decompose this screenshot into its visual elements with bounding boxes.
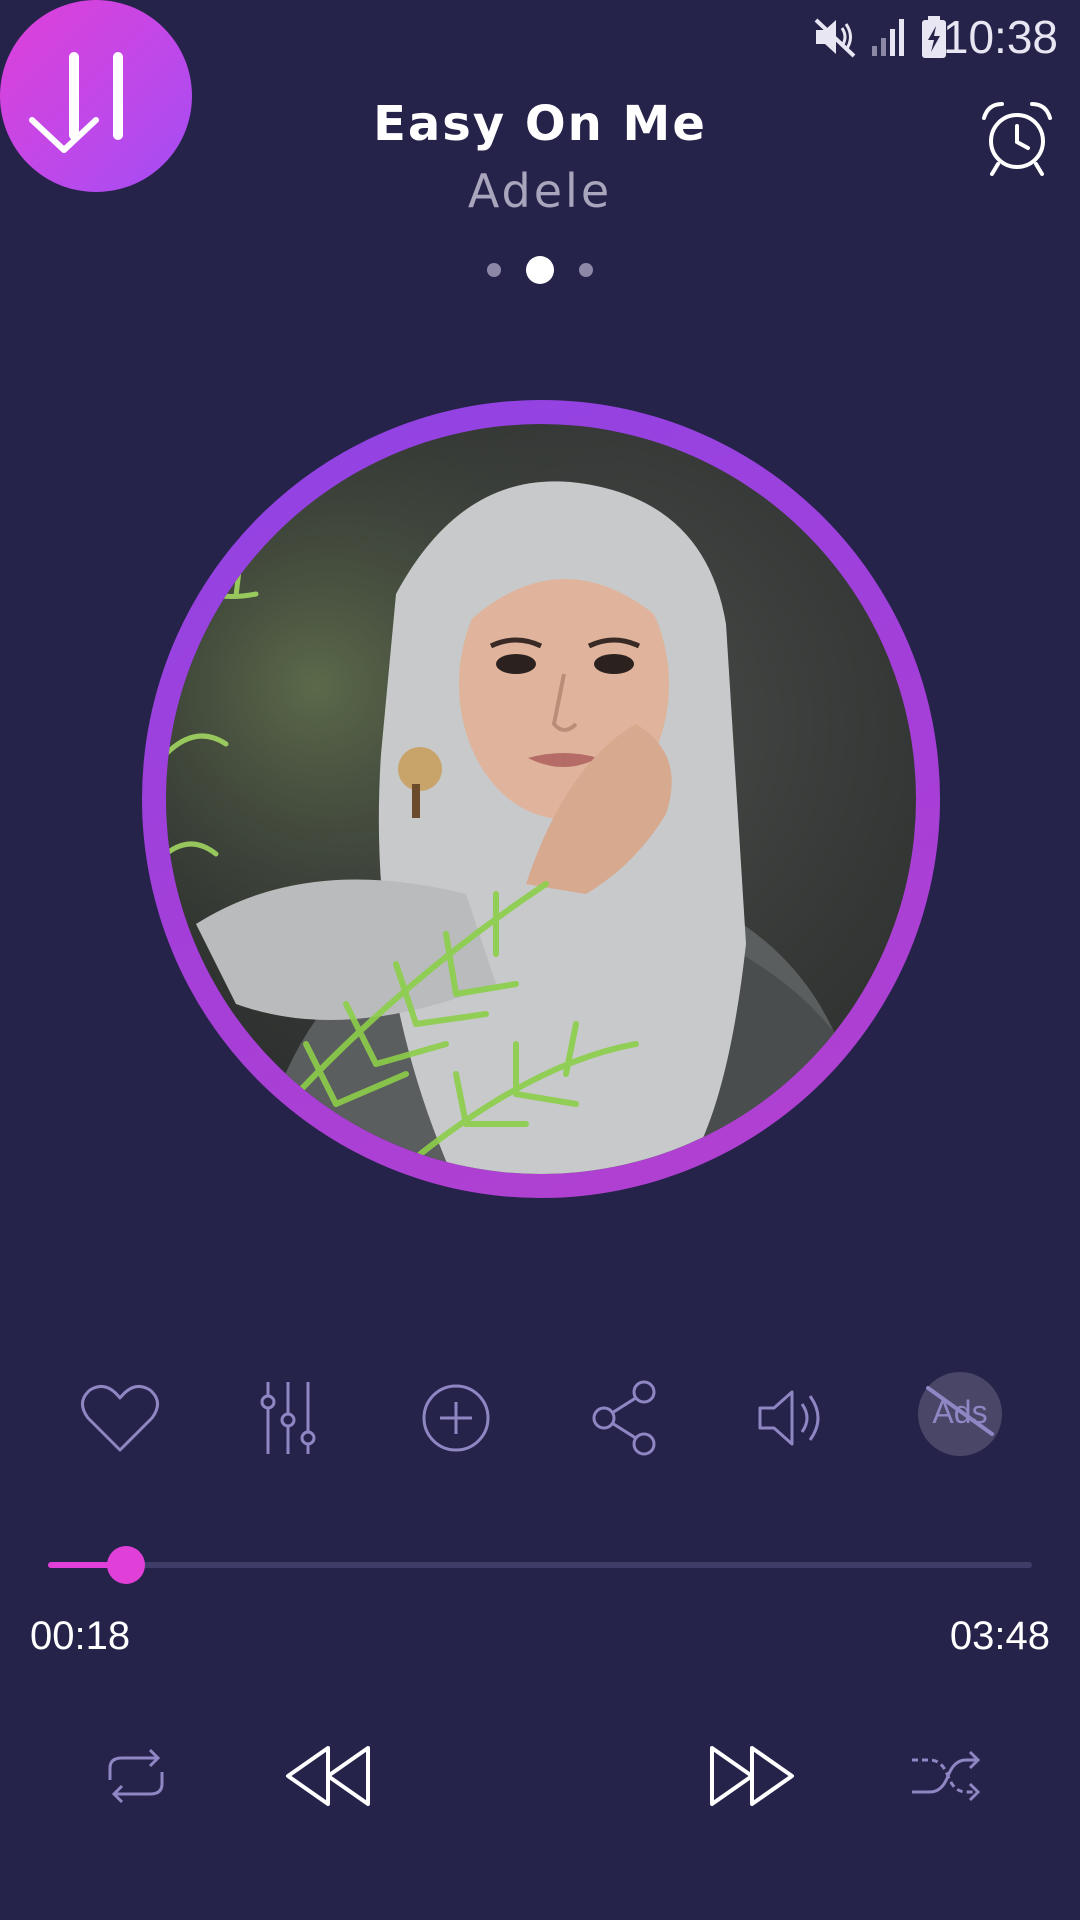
heart-icon (81, 1384, 159, 1452)
shuffle-button[interactable] (908, 1740, 984, 1812)
equalizer-sliders-icon (260, 1382, 316, 1454)
elapsed-time: 00:18 (30, 1614, 131, 1658)
album-art (166, 424, 916, 1174)
favorite-button[interactable] (72, 1370, 168, 1466)
page-dot[interactable] (579, 263, 593, 277)
total-time: 03:48 (949, 1614, 1050, 1658)
repeat-icon (108, 1748, 164, 1804)
no-ads-icon (926, 1386, 994, 1436)
signal-icon (872, 19, 904, 56)
fast-forward-icon (710, 1746, 794, 1806)
collapse-button[interactable] (22, 100, 106, 170)
status-bar: 10:38 (0, 0, 1080, 76)
alarm-clock-icon (982, 102, 1052, 176)
seek-bar[interactable] (48, 1546, 1032, 1584)
plus-circle-icon (422, 1384, 490, 1452)
next-button[interactable] (706, 1740, 798, 1812)
pause-bar-left (69, 52, 79, 140)
seek-bar-thumb[interactable] (106, 1546, 145, 1584)
song-title: Easy On Me (373, 96, 707, 152)
page-dot-active[interactable] (526, 256, 554, 284)
remove-ads-button[interactable]: Ads (918, 1372, 1002, 1456)
speaker-icon (758, 1390, 820, 1446)
page-dot[interactable] (487, 263, 501, 277)
page-indicator (480, 254, 600, 284)
rewind-icon (286, 1746, 370, 1806)
previous-button[interactable] (282, 1740, 374, 1812)
equalizer-button[interactable] (240, 1370, 336, 1466)
shuffle-icon (912, 1750, 981, 1802)
album-photo (166, 424, 916, 1174)
volume-button[interactable] (744, 1370, 840, 1466)
mute-icon (814, 18, 856, 58)
chevron-down-icon (29, 117, 99, 153)
repeat-button[interactable] (96, 1740, 176, 1812)
share-button[interactable] (576, 1370, 672, 1466)
sleep-timer-button[interactable] (976, 96, 1058, 178)
status-time: 10:38 (942, 11, 1058, 63)
pause-bar-right (113, 52, 123, 140)
song-artist: Adele (467, 164, 613, 218)
share-icon (592, 1380, 656, 1456)
add-to-playlist-button[interactable] (408, 1370, 504, 1466)
